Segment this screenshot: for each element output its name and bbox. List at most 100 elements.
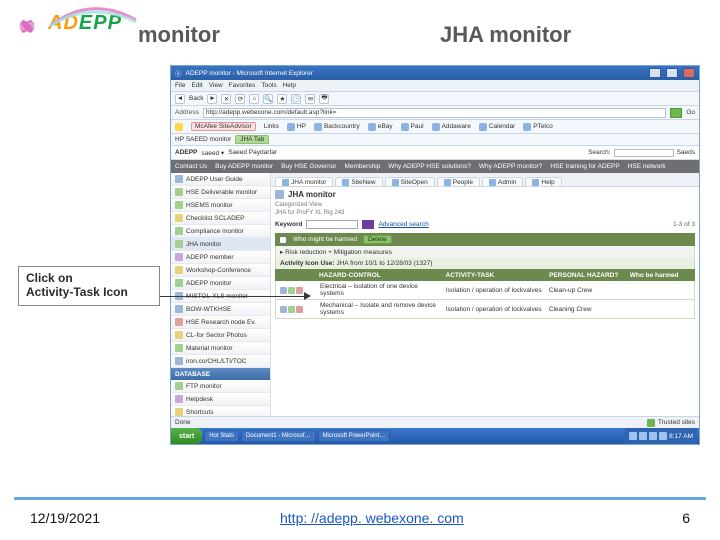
keyword-go-button[interactable] (362, 220, 374, 229)
edit-icon[interactable] (280, 287, 287, 294)
tray-icon[interactable] (649, 432, 657, 440)
stop-button[interactable]: ✕ (221, 94, 231, 104)
nav-buy-governor[interactable]: Buy HSE Governor (281, 163, 336, 170)
nav-training[interactable]: HSE training for ADEPP (550, 163, 619, 170)
menu-tools[interactable]: Tools (261, 82, 276, 89)
mail-icon[interactable]: ✉ (305, 94, 315, 104)
grid-icon (175, 344, 183, 352)
edit-icon[interactable] (280, 306, 287, 313)
sidebar-item[interactable]: ADEPP User Guide (171, 173, 270, 186)
delete-icon[interactable] (296, 287, 303, 294)
tab-sitenew[interactable]: SiteNew (335, 177, 382, 186)
menu-help[interactable]: Help (283, 82, 296, 89)
tray-icon[interactable] (639, 432, 647, 440)
close-button[interactable] (683, 68, 695, 78)
grid-icon (175, 188, 183, 196)
view-icon[interactable] (288, 287, 295, 294)
advanced-search-link[interactable]: Advanced search (378, 221, 428, 228)
keyword-input[interactable] (306, 220, 358, 229)
menu-bar: File Edit View Favorites Tools Help (171, 80, 699, 92)
saeed-tab[interactable]: JHA Tab (235, 135, 269, 144)
sidebar-item[interactable]: ADEPP monitor (171, 277, 270, 290)
start-button[interactable]: start (171, 428, 202, 444)
keyword-row: Keyword Advanced search 1-3 of 3 (271, 218, 699, 231)
grid-icon (175, 227, 183, 235)
tab-siteopen[interactable]: SiteOpen (385, 177, 435, 186)
sidebar-item[interactable]: Compliance monitor (171, 225, 270, 238)
sidebar-item[interactable]: iron.co/CHL/LTI/TOC (171, 355, 270, 368)
callout-line1: Click on (26, 272, 152, 286)
nav-membership[interactable]: Membership (344, 163, 380, 170)
menu-favorites[interactable]: Favorites (229, 82, 256, 89)
nav-network[interactable]: HSE network (628, 163, 666, 170)
link-ebay[interactable]: eBay (368, 123, 393, 131)
keyword-label: Keyword (275, 221, 302, 228)
sidebar-item[interactable]: Checklist SCLADEP (171, 212, 270, 225)
user-menu[interactable]: saeed ▾ (201, 149, 224, 157)
menu-view[interactable]: View (209, 82, 223, 89)
sidebar-item[interactable]: ADEPP member (171, 251, 270, 264)
col-activity: ACTIVITY-TASK (446, 272, 546, 279)
footer-link[interactable]: http: //adepp. webexone. com (280, 510, 464, 526)
maximize-button[interactable] (666, 68, 678, 78)
tab-help[interactable]: Help (525, 177, 561, 186)
tray-icon[interactable] (629, 432, 637, 440)
list-icon (175, 331, 183, 339)
print-icon[interactable]: 🖶 (319, 94, 329, 104)
app-header: ADEPP saeed ▾ Saeed Paydarfar Search: Sa… (171, 146, 699, 160)
link-hp[interactable]: HP (287, 123, 306, 131)
link-calendar[interactable]: Calendar (479, 123, 515, 131)
menu-edit[interactable]: Edit (191, 82, 202, 89)
go-button[interactable] (670, 108, 682, 118)
home-button[interactable]: ⌂ (249, 94, 259, 104)
history-icon[interactable]: 🕑 (291, 94, 301, 104)
link-backcountry[interactable]: Backcountry (314, 123, 360, 131)
delete-button[interactable]: Delete (363, 235, 392, 244)
grid-icon (175, 240, 183, 248)
sidebar-item-ftp[interactable]: FTP monitor (171, 380, 270, 393)
url-input[interactable]: http://adepp.webexone.com/default.asp?li… (203, 108, 666, 118)
sidebar-item[interactable]: Material monitor (171, 342, 270, 355)
callout-line2: Activity-Task Icon (26, 286, 152, 300)
forward-button[interactable]: ► (207, 94, 217, 104)
search-icon[interactable]: 🔍 (263, 94, 273, 104)
taskbar-item[interactable]: Document1 - Microsof… (241, 430, 316, 442)
refresh-button[interactable]: ⟳ (235, 94, 245, 104)
sidebar-item[interactable]: Workshop-Conference (171, 264, 270, 277)
sidebar-item[interactable]: HSE Deliverable monitor (171, 186, 270, 199)
user-name: Saeed Paydarfar (228, 149, 277, 156)
row-action-icons[interactable] (280, 306, 316, 313)
link-addaware[interactable]: Addaware (432, 123, 471, 131)
tray-icon[interactable] (659, 432, 667, 440)
nav-why-monitor[interactable]: Why ADEPP monitor? (479, 163, 542, 170)
slide-title-right: JHA monitor (440, 22, 571, 48)
taskbar-item[interactable]: Microsoft PowerPoint… (318, 430, 391, 442)
sidebar-item[interactable]: CL-for Sector Photos (171, 329, 270, 342)
tab-jha-monitor[interactable]: JHA monitor (275, 177, 333, 186)
sidebar-item-jha-monitor[interactable]: JHA monitor (171, 238, 270, 251)
nav-buy-monitor[interactable]: Buy ADEPP monitor (215, 163, 273, 170)
band-checkbox[interactable] (279, 236, 287, 244)
sidebar-item-helpdesk[interactable]: Helpdesk (171, 393, 270, 406)
sidebar-item[interactable]: HSE Research node Ev. (171, 316, 270, 329)
view-icon[interactable] (288, 306, 295, 313)
tab-admin[interactable]: Admin (482, 177, 523, 186)
tab-people[interactable]: People (437, 177, 480, 186)
nav-contact[interactable]: Contact Us (175, 163, 207, 170)
search-input[interactable] (614, 149, 674, 157)
sidebar-item[interactable]: HSEMS monitor (171, 199, 270, 212)
delete-icon[interactable] (296, 306, 303, 313)
site-advisor-chip[interactable]: McAfee SiteAdvisor (191, 122, 256, 131)
cell-hazard: Mechanical – Isolate and remove device s… (320, 302, 442, 316)
link-paul[interactable]: Paul (401, 123, 424, 131)
nav-why-hse[interactable]: Why ADEPP HSE solutions? (388, 163, 471, 170)
back-button[interactable]: ◄ (175, 94, 185, 104)
sidebar-item[interactable]: BOW-WTKHSE (171, 303, 270, 316)
link-ptelco[interactable]: PTelco (523, 123, 553, 131)
link-icon (314, 123, 322, 131)
minimize-button[interactable] (649, 68, 661, 78)
menu-file[interactable]: File (175, 82, 185, 89)
doc-icon (175, 357, 183, 365)
taskbar-item[interactable]: Hot Stats (204, 430, 239, 442)
favorites-icon[interactable]: ★ (277, 94, 287, 104)
